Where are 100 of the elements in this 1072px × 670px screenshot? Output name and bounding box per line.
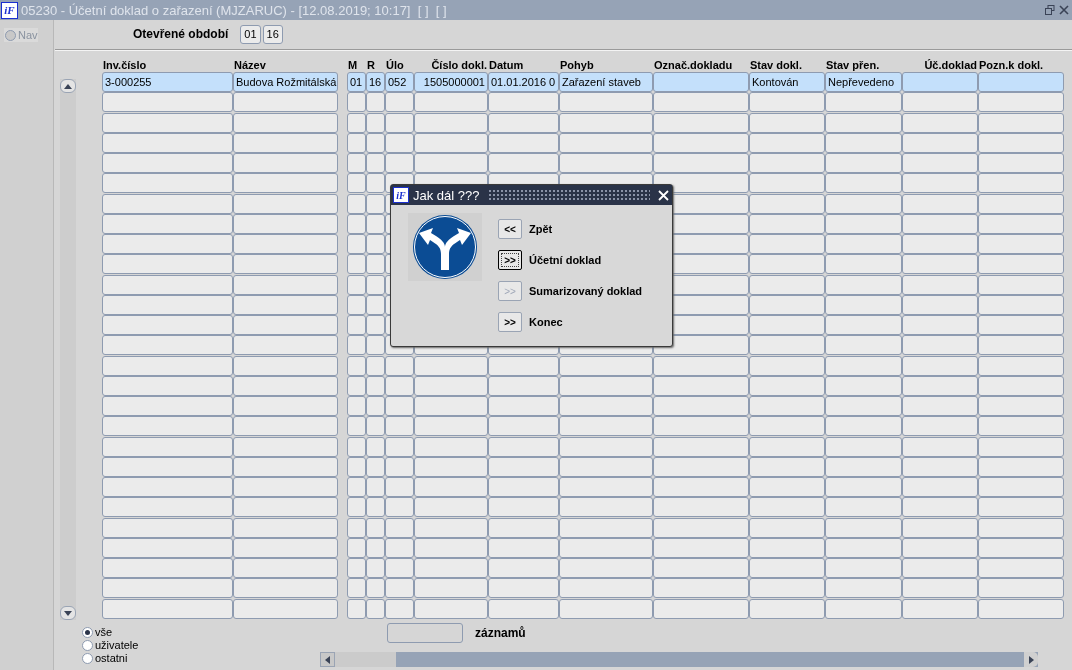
table-cell [347, 213, 366, 234]
column-header: Pozn.k dokl. [978, 59, 1045, 71]
vertical-scrollbar[interactable] [60, 79, 76, 620]
table-cell: Nepřevedeno [825, 72, 902, 92]
table-cell [366, 416, 385, 437]
table-cell [347, 477, 366, 497]
table-cell [385, 396, 414, 416]
table-cell [347, 355, 366, 376]
table-cell [488, 497, 559, 518]
table-cell: 1505000001 [414, 72, 488, 92]
table-cell [347, 315, 366, 335]
table-cell [385, 355, 414, 376]
table-cell [366, 558, 385, 578]
scroll-up-button[interactable] [60, 79, 76, 93]
table-cell [347, 375, 366, 396]
table-cell [347, 153, 366, 173]
table-cell [366, 598, 385, 619]
table-cell: Budova Rožmitálská [233, 72, 338, 92]
table-cell [385, 153, 414, 173]
left-arrow-icon [325, 655, 330, 664]
filter-option[interactable]: vše [82, 626, 320, 638]
year-field[interactable]: 16 [262, 24, 283, 44]
table-cell [488, 416, 559, 437]
table-cell [488, 112, 559, 133]
table-cell [366, 517, 385, 538]
column-header: Úlo [385, 59, 405, 71]
table-cell [385, 497, 414, 518]
table-cell [366, 456, 385, 477]
records-label: záznamů [475, 626, 526, 640]
column-header: Stav dokl. [749, 59, 803, 71]
table-cell: 01 [347, 72, 366, 92]
table-cell [366, 132, 385, 153]
table-cell [488, 355, 559, 376]
scroll-right-button[interactable] [1024, 652, 1038, 667]
table-cell [488, 517, 559, 538]
month-field[interactable]: 01 [240, 24, 261, 44]
table-cell [366, 213, 385, 234]
record-count-field[interactable] [387, 623, 463, 643]
scroll-left-button[interactable] [320, 652, 335, 667]
table-cell [488, 598, 559, 619]
period-label: Otevřené období [133, 27, 229, 41]
table-cell [488, 436, 559, 457]
table-cell [385, 517, 414, 538]
option-button[interactable]: >> [498, 250, 522, 270]
table-cell [366, 92, 385, 113]
column-header: Datum [488, 59, 525, 71]
table-cell [366, 315, 385, 335]
table-cell [366, 375, 385, 396]
table-cell: Kontován [749, 72, 825, 92]
table-cell [385, 112, 414, 133]
table-cell [347, 598, 366, 619]
table-cell: 16 [366, 72, 385, 92]
table-cell [488, 456, 559, 477]
table-cell [385, 456, 414, 477]
column-header: M [347, 59, 359, 71]
horizontal-scrollbar[interactable] [320, 652, 1038, 667]
table-cell [366, 294, 385, 315]
table-cell: Zařazení staveb [559, 72, 653, 92]
option-label: Sumarizovaný doklad [529, 285, 643, 297]
scroll-down-button[interactable] [60, 606, 76, 620]
filter-option[interactable]: uživatele [82, 639, 320, 651]
scroll-thumb[interactable] [335, 652, 396, 667]
app-logo: iF [1, 1, 18, 19]
table-cell [347, 558, 366, 578]
table-cell [488, 92, 559, 113]
table-cell [347, 173, 366, 194]
column-header: Inv.číslo [102, 59, 148, 71]
table-cell: 3-000255 [102, 72, 233, 92]
app-logo: iF [393, 187, 409, 203]
table-cell [366, 355, 385, 376]
option-button[interactable]: << [498, 219, 522, 239]
table-cell [347, 274, 366, 295]
table-cell [347, 132, 366, 153]
table-cell [488, 375, 559, 396]
option-label: Účetní doklad [529, 254, 602, 266]
column-header: Číslo dokl. [430, 59, 488, 71]
restore-icon[interactable] [1045, 5, 1055, 15]
column-header: Stav přen. [825, 59, 881, 71]
table-cell [385, 416, 414, 437]
column-header: R [366, 59, 376, 71]
table-cell [385, 598, 414, 619]
table-cell [347, 193, 366, 214]
table-cell [385, 477, 414, 497]
column-header: Označ.dokladu [653, 59, 734, 71]
table-cell [385, 132, 414, 153]
option-button[interactable]: >> [498, 312, 522, 332]
filter-option[interactable]: ostatni [82, 652, 320, 664]
table-cell [366, 497, 385, 518]
column-header: Název [233, 59, 267, 71]
table-cell [366, 477, 385, 497]
table-cell [488, 132, 559, 153]
table-cell: 052 [385, 72, 414, 92]
table-cell [347, 92, 366, 113]
up-arrow-icon [64, 83, 72, 89]
table-cell [366, 335, 385, 356]
table-cell [347, 497, 366, 518]
table-cell [366, 396, 385, 416]
table-cell [347, 436, 366, 457]
table-cell [347, 416, 366, 437]
fork-arrows-sign-icon [412, 214, 478, 280]
